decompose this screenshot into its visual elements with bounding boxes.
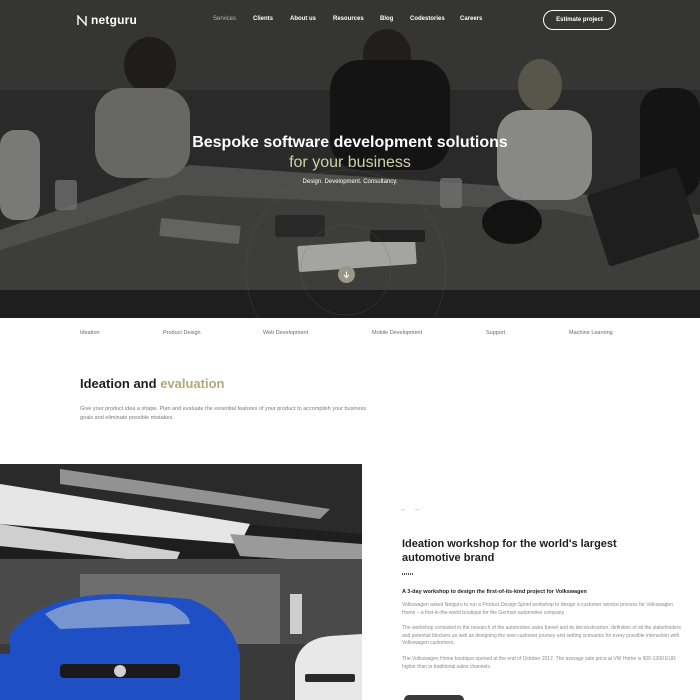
hero-section: netguru Services Clients About us Resour… [0, 0, 700, 318]
title-divider [402, 573, 414, 575]
case-pager-arrows-label: ← → [400, 506, 422, 513]
tab-ideation[interactable]: Ideation [80, 330, 100, 336]
nav-item-clients[interactable]: Clients [253, 16, 273, 22]
case-paragraph: The Volkswagen Home boutique opened at t… [402, 656, 676, 670]
section-title-accent: evaluation [160, 376, 225, 391]
case-study-subtitle: A 3-day workshop to design the first-of-… [402, 589, 587, 595]
showroom-photo [0, 464, 362, 700]
netguru-logo-icon [77, 14, 87, 26]
tab-machine-learning[interactable]: Machine Learning [569, 330, 613, 336]
nav-item-resources[interactable]: Resources [333, 16, 364, 22]
case-study-image [0, 464, 362, 700]
arrow-down-icon [343, 271, 350, 279]
case-study-button[interactable] [404, 695, 464, 700]
scroll-down-button[interactable] [338, 266, 355, 283]
case-pager-arrows[interactable]: ← → [400, 506, 422, 513]
blue-car [10, 594, 240, 700]
case-paragraph: Volkswagen asked Netguru to run a Produc… [402, 602, 673, 616]
hero-title-accent: for your business [289, 154, 411, 171]
section-title-main: Ideation and [80, 376, 157, 391]
estimate-project-button[interactable]: Estimate project [543, 10, 616, 30]
nav-item-careers[interactable]: Careers [460, 16, 482, 22]
logo[interactable]: netguru [77, 13, 137, 27]
hero-subtitle: Design. Development. Consultancy. [302, 179, 398, 185]
top-navigation: netguru Services Clients About us Resour… [0, 0, 700, 40]
service-tabs: Ideation Product Design Web Development … [0, 318, 700, 348]
section-description: Give your product idea a shape. Plan and… [80, 406, 367, 421]
tab-mobile-development[interactable]: Mobile Development [372, 330, 422, 336]
nav-item-blog[interactable]: Blog [380, 16, 393, 22]
tab-web-development[interactable]: Web Development [263, 330, 308, 336]
case-paragraph: The workshop consisted in the research o… [402, 625, 682, 646]
nav-item-services[interactable]: Services [213, 16, 236, 22]
section-title: Ideation and evaluation [80, 376, 224, 391]
logo-text: netguru [91, 13, 138, 27]
hero-title: Bespoke software development solutions [192, 134, 508, 151]
nav-item-about-us[interactable]: About us [290, 16, 316, 22]
tab-support[interactable]: Support [486, 330, 505, 336]
tab-product-design[interactable]: Product Design [163, 330, 201, 336]
nav-item-codestories[interactable]: Codestories [410, 16, 445, 22]
case-study-title: Ideation workshop for the world's larges… [402, 538, 617, 564]
